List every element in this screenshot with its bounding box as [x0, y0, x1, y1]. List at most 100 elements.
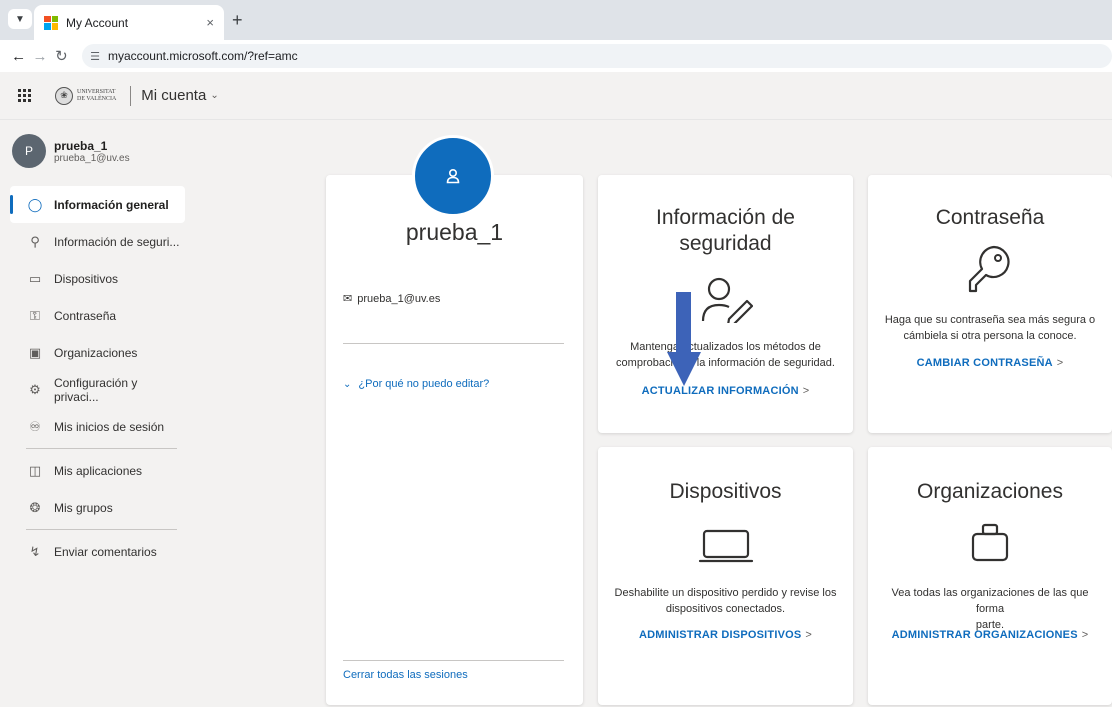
- sidebar-item-overview[interactable]: ◯ Información general: [10, 186, 185, 223]
- microsoft-logo-icon: [44, 15, 58, 30]
- sidebar-item-password[interactable]: ⚿ Contraseña: [10, 297, 185, 334]
- profile-name: prueba_1: [54, 138, 108, 153]
- logo-line-1: UNIVERSITAT: [77, 88, 116, 95]
- sidebar-nav: ◯ Información general ⚲ Información de s…: [10, 186, 185, 570]
- sidebar-item-label: Contraseña: [54, 308, 117, 323]
- key-icon: [968, 245, 1010, 293]
- key-icon: ⚿: [30, 307, 40, 323]
- card-description-line-1: Vea todas las organizaciones de las que …: [891, 587, 1089, 615]
- sidebar-item-devices[interactable]: ▭ Dispositivos: [10, 260, 185, 297]
- browser-tab-strip: ▼ My Account × +: [0, 0, 1112, 40]
- sidebar-item-my-apps[interactable]: ◫ Mis aplicaciones: [10, 452, 185, 489]
- sidebar-item-label: Enviar comentarios: [54, 544, 157, 559]
- profile-email: prueba_1@uv.es: [54, 152, 130, 164]
- sidebar-profile: P prueba_1 prueba_1@uv.es: [12, 134, 130, 168]
- browser-toolbar: ← → ↻ ☰ myaccount.microsoft.com/?ref=amc: [0, 40, 1112, 72]
- laptop-icon: [698, 529, 753, 563]
- devices-card: Dispositivos Deshabilite un dispositivo …: [598, 447, 853, 705]
- divider: [343, 660, 564, 661]
- chevron-down-icon[interactable]: ⌄: [210, 90, 218, 101]
- chevron-right-icon: >: [1056, 357, 1064, 369]
- person-icon: [446, 168, 460, 184]
- chevron-down-icon: ▼: [15, 13, 25, 25]
- header-divider: [130, 85, 132, 106]
- reload-button[interactable]: ↻: [51, 47, 72, 65]
- card-description-line-1: Haga que su contraseña sea más segura o: [884, 314, 1096, 326]
- app-header: ❀ UNIVERSITAT DE VALÈNCIA Mi cuenta ⌄: [0, 72, 1112, 120]
- card-description-line-2: cámbiela si otra persona la conoce.: [903, 330, 1077, 342]
- tab-search-button[interactable]: ▼: [8, 9, 32, 29]
- university-seal-icon: ❀: [55, 86, 73, 105]
- sidebar-divider: [26, 529, 177, 530]
- sidebar-item-label: Mis grupos: [54, 500, 113, 515]
- profile-card-name: prueba_1: [405, 219, 504, 245]
- profile-card: prueba_1 ✉ prueba_1@uv.es ⌄ ¿Por qué no …: [326, 175, 583, 705]
- manage-devices-link[interactable]: ADMINISTRAR DISPOSITIVOS >: [598, 629, 853, 641]
- person-icon: ◯: [27, 196, 43, 212]
- update-info-label: ACTUALIZAR INFORMACIÓN: [641, 385, 799, 397]
- forward-button[interactable]: →: [29, 48, 50, 65]
- why-cant-edit-label: ¿Por qué no puedo editar?: [358, 378, 490, 390]
- update-info-link[interactable]: ACTUALIZAR INFORMACIÓN >: [598, 385, 853, 397]
- card-title: Dispositivos: [669, 480, 782, 503]
- divider: [343, 343, 564, 344]
- chevron-right-icon: >: [1081, 629, 1089, 641]
- why-cant-edit-toggle[interactable]: ⌄ ¿Por qué no puedo editar?: [343, 378, 489, 390]
- sidebar-item-label: Información de seguri...: [54, 234, 180, 249]
- person-pen-icon: [701, 277, 753, 323]
- tab-title: My Account: [66, 15, 129, 30]
- person-key-icon: ⚲: [30, 233, 40, 249]
- site-info-icon[interactable]: ☰: [90, 50, 100, 63]
- sidebar-item-security-info[interactable]: ⚲ Información de seguri...: [10, 223, 185, 260]
- person-sync-icon: ♾: [29, 418, 41, 434]
- sidebar-item-label: Dispositivos: [54, 271, 119, 286]
- card-description: Vea todas las organizaciones de las que …: [878, 585, 1102, 633]
- apps-icon: ◫: [28, 462, 42, 478]
- feedback-icon: ↯: [29, 543, 41, 559]
- gear-icon: ⚙: [29, 381, 41, 397]
- chevron-down-icon: ⌄: [343, 378, 352, 390]
- logo-line-2: DE VALÈNCIA: [77, 95, 117, 102]
- app-name-menu[interactable]: Mi cuenta: [141, 87, 206, 104]
- back-button[interactable]: ←: [8, 48, 29, 65]
- card-description-line-2: comprobación y la información de segurid…: [616, 357, 835, 369]
- sidebar-item-my-sign-ins[interactable]: ♾ Mis inicios de sesión: [10, 408, 185, 445]
- sidebar-item-my-groups[interactable]: ❂ Mis grupos: [10, 489, 185, 526]
- manage-organizations-link[interactable]: ADMINISTRAR ORGANIZACIONES >: [868, 629, 1112, 641]
- card-title-line-2: seguridad: [679, 232, 772, 255]
- manage-devices-label: ADMINISTRAR DISPOSITIVOS: [638, 629, 802, 641]
- laptop-icon: ▭: [28, 270, 42, 286]
- sidebar-item-organizations[interactable]: ▣ Organizaciones: [10, 334, 185, 371]
- profile-avatar-large: [412, 135, 494, 217]
- sidebar-item-feedback[interactable]: ↯ Enviar comentarios: [10, 533, 185, 570]
- new-tab-button[interactable]: +: [232, 10, 243, 31]
- card-title: Organizaciones: [917, 480, 1063, 503]
- mail-icon: ✉: [343, 293, 353, 305]
- close-tab-icon[interactable]: ×: [206, 15, 214, 30]
- sidebar-item-label: Organizaciones: [54, 345, 138, 360]
- security-info-card: Información de seguridad Mantenga actual…: [598, 175, 853, 433]
- card-description: Haga que su contraseña sea más segura o …: [878, 312, 1102, 344]
- sidebar-item-label: Configuración y privaci...: [53, 375, 138, 404]
- browser-tab[interactable]: My Account ×: [34, 5, 224, 40]
- sign-out-everywhere-link[interactable]: Cerrar todas las sesiones: [343, 669, 468, 681]
- sidebar-item-label: Información general: [54, 197, 169, 212]
- change-password-link[interactable]: CAMBIAR CONTRASEÑA >: [868, 357, 1112, 369]
- card-description: Mantenga actualizados los métodos de com…: [608, 339, 843, 371]
- address-bar[interactable]: ☰ myaccount.microsoft.com/?ref=amc: [82, 44, 1112, 68]
- sidebar-item-label: Mis inicios de sesión: [54, 419, 165, 434]
- university-logo[interactable]: ❀ UNIVERSITAT DE VALÈNCIA: [55, 86, 117, 105]
- profile-card-email: ✉ prueba_1@uv.es: [343, 292, 440, 306]
- organizations-card: Organizaciones Vea todas las organizacio…: [868, 447, 1112, 705]
- chevron-right-icon: >: [802, 385, 810, 397]
- change-password-label: CAMBIAR CONTRASEÑA: [916, 357, 1053, 369]
- url-text: myaccount.microsoft.com/?ref=amc: [107, 49, 298, 63]
- card-title: Contraseña: [935, 206, 1045, 229]
- card-title: Información de seguridad: [598, 205, 853, 257]
- manage-organizations-label: ADMINISTRAR ORGANIZACIONES: [891, 629, 1078, 641]
- sidebar-item-settings-privacy[interactable]: ⚙ Configuración y privaci...: [10, 371, 185, 408]
- card-description: Deshabilite un dispositivo perdido y rev…: [608, 585, 843, 617]
- app-launcher-icon[interactable]: [18, 89, 31, 102]
- sidebar-item-label: Mis aplicaciones: [54, 463, 143, 478]
- card-description-line-2: dispositivos conectados.: [665, 603, 786, 615]
